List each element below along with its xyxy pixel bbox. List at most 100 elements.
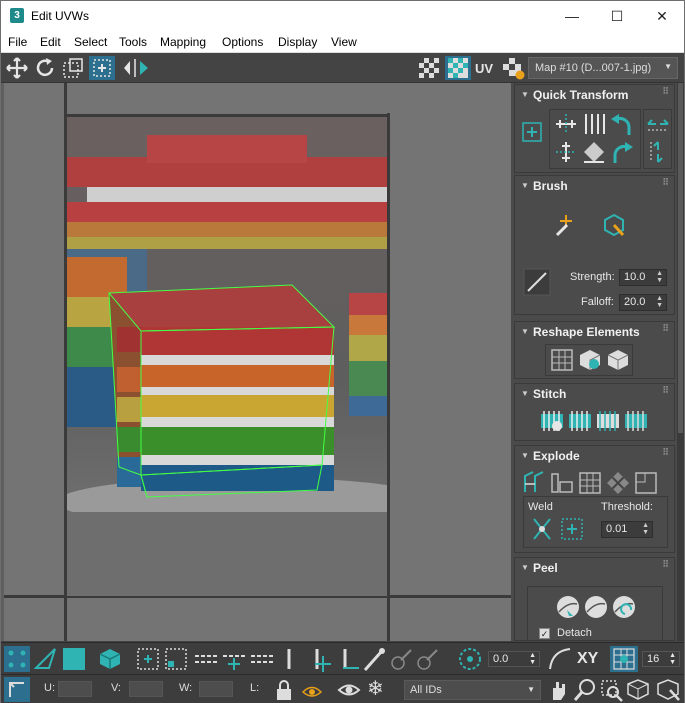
soft-selection-icon[interactable] bbox=[547, 646, 573, 672]
v-field[interactable] bbox=[129, 681, 163, 697]
uv-axis-label[interactable]: UV bbox=[475, 61, 493, 85]
grid-snap-icon[interactable] bbox=[610, 646, 638, 672]
threshold-spinner[interactable]: 0.01 ▲ ▼ bbox=[601, 521, 653, 538]
align-horizontal-icon[interactable] bbox=[553, 111, 579, 137]
paint-select-icon[interactable] bbox=[361, 646, 387, 672]
loop-grow-icon[interactable] bbox=[193, 646, 219, 672]
pan-icon[interactable] bbox=[547, 678, 569, 702]
relax-icon[interactable] bbox=[605, 347, 631, 373]
u-field[interactable] bbox=[58, 681, 92, 697]
ring-shrink-icon[interactable] bbox=[335, 646, 361, 672]
stitch-header[interactable]: ▼ Stitch ⠿ bbox=[515, 384, 674, 404]
zoom-extents-icon[interactable] bbox=[625, 678, 651, 702]
element-mode-icon[interactable] bbox=[97, 646, 123, 672]
close-button[interactable]: ✕ bbox=[639, 1, 685, 31]
absolute-offset-toggle-icon[interactable] bbox=[4, 677, 30, 702]
menu-file[interactable]: File bbox=[8, 35, 27, 49]
checker-show-icon[interactable] bbox=[417, 56, 441, 80]
polygon-mode-icon[interactable] bbox=[61, 646, 87, 672]
peel-mode-icon[interactable] bbox=[583, 594, 609, 620]
menu-tools[interactable]: Tools bbox=[119, 35, 147, 49]
rotate-angle-icon[interactable] bbox=[457, 646, 483, 672]
grid-size-spinner[interactable]: 16 ▲ ▼ bbox=[642, 651, 680, 667]
rotate-angle-spinner[interactable]: 0.0 ▲ ▼ bbox=[488, 651, 540, 667]
detach-checkbox[interactable]: ✓ bbox=[539, 628, 550, 639]
rotate-cw-icon[interactable] bbox=[609, 139, 635, 165]
falloff-label: Falloff: bbox=[581, 296, 614, 308]
maximize-button[interactable]: ☐ bbox=[594, 1, 640, 31]
paint-move-icon[interactable] bbox=[553, 212, 579, 238]
brush-rollout: ▼ Brush ⠿ Strength: 10.0 ▲ ▼ Falloff: 20.0 ▲ ▼ bbox=[514, 175, 675, 315]
detach-edge-verts-icon[interactable] bbox=[549, 470, 575, 496]
move-icon[interactable] bbox=[5, 56, 29, 80]
mirror-icon[interactable] bbox=[121, 56, 151, 80]
falloff-spinner[interactable]: 20.0 ▲ ▼ bbox=[619, 294, 667, 311]
zoom-region-icon[interactable] bbox=[599, 678, 623, 702]
straighten-selection-icon[interactable] bbox=[549, 347, 575, 373]
flatten-by-polygon-angle-icon[interactable] bbox=[577, 470, 603, 496]
menu-select[interactable]: Select bbox=[74, 35, 107, 49]
detach-label: Detach bbox=[557, 627, 592, 639]
peel-header[interactable]: ▼ Peel ⠿ bbox=[515, 558, 674, 578]
brush-falloff-curve-icon[interactable] bbox=[523, 268, 551, 296]
flip-horizontal-icon[interactable] bbox=[645, 111, 671, 137]
ring-grow-icon[interactable] bbox=[307, 646, 333, 672]
space-horizontal-icon[interactable] bbox=[581, 111, 607, 137]
break-icon[interactable] bbox=[521, 470, 547, 496]
relax-brush-icon[interactable] bbox=[601, 212, 627, 238]
strength-spinner[interactable]: 10.0 ▲ ▼ bbox=[619, 269, 667, 286]
flatten-by-material-ids-icon[interactable] bbox=[633, 470, 659, 496]
menu-display[interactable]: Display bbox=[278, 35, 317, 49]
rotate-ccw-icon[interactable] bbox=[609, 111, 635, 137]
brush-header[interactable]: ▼ Brush ⠿ bbox=[515, 176, 674, 196]
menu-edit[interactable]: Edit bbox=[40, 35, 61, 49]
minimize-button[interactable]: — bbox=[549, 1, 595, 31]
zoom-icon[interactable] bbox=[573, 678, 597, 702]
xy-axis-label[interactable]: XY bbox=[577, 650, 598, 668]
paint-shrink-icon[interactable] bbox=[415, 646, 441, 672]
bottom-toolbar: 0.0 ▲ ▼ XY 16 ▲ ▼ bbox=[1, 642, 684, 674]
straighten-icon[interactable] bbox=[581, 139, 607, 165]
stitch-custom-icon[interactable] bbox=[539, 408, 565, 434]
scale-icon[interactable] bbox=[61, 56, 85, 80]
w-field[interactable] bbox=[199, 681, 233, 697]
texture-settings-icon[interactable] bbox=[501, 56, 525, 80]
stitch-to-target-icon[interactable] bbox=[567, 408, 593, 434]
reshape-elements-header[interactable]: ▼ Reshape Elements ⠿ bbox=[515, 322, 674, 342]
relax-until-flat-icon[interactable] bbox=[577, 347, 603, 373]
map-select[interactable]: Map #10 (D...007-1.jpg) ▼ bbox=[528, 57, 678, 79]
flatten-by-smoothing-groups-icon[interactable] bbox=[605, 470, 631, 496]
panel-scrollbar[interactable] bbox=[677, 83, 684, 641]
menu-options[interactable]: Options bbox=[222, 35, 263, 49]
quick-peel-icon[interactable] bbox=[555, 594, 581, 620]
menu-view[interactable]: View bbox=[331, 35, 357, 49]
stitch-to-source-icon[interactable] bbox=[623, 408, 649, 434]
loop-shrink-icon[interactable] bbox=[221, 646, 247, 672]
menu-mapping[interactable]: Mapping bbox=[160, 35, 206, 49]
quick-transform-header[interactable]: ▼ Quick Transform ⠿ bbox=[515, 85, 674, 105]
lock-icon[interactable] bbox=[273, 678, 295, 702]
grow-selection-icon[interactable] bbox=[135, 646, 161, 672]
show-icon[interactable] bbox=[337, 678, 361, 702]
hide-icon[interactable] bbox=[301, 678, 323, 702]
shrink-selection-icon[interactable] bbox=[163, 646, 189, 672]
align-vertical-icon[interactable] bbox=[553, 139, 579, 165]
rotate-icon[interactable] bbox=[33, 56, 57, 80]
paint-grow-icon[interactable] bbox=[389, 646, 415, 672]
align-center-icon[interactable] bbox=[521, 121, 543, 143]
ring-select-icon[interactable] bbox=[279, 646, 299, 672]
weld-all-selected-icon[interactable] bbox=[559, 516, 585, 542]
explode-header[interactable]: ▼ Explode ⠿ bbox=[515, 446, 674, 466]
zoom-selected-icon[interactable] bbox=[655, 678, 681, 702]
loop-select-icon[interactable] bbox=[249, 646, 275, 672]
stitch-average-icon[interactable] bbox=[595, 408, 621, 434]
flip-vertical-icon[interactable] bbox=[645, 139, 671, 165]
material-id-select[interactable]: All IDs ▼ bbox=[404, 680, 541, 700]
freeform-icon[interactable] bbox=[89, 56, 115, 80]
peel-reset-icon[interactable] bbox=[611, 594, 637, 620]
edge-mode-icon[interactable] bbox=[33, 646, 59, 672]
freeze-icon[interactable]: ❄ bbox=[367, 676, 384, 701]
checker-pattern-icon[interactable] bbox=[445, 56, 471, 80]
weld-selected-icon[interactable] bbox=[529, 516, 555, 542]
vertex-mode-icon[interactable] bbox=[4, 646, 30, 672]
